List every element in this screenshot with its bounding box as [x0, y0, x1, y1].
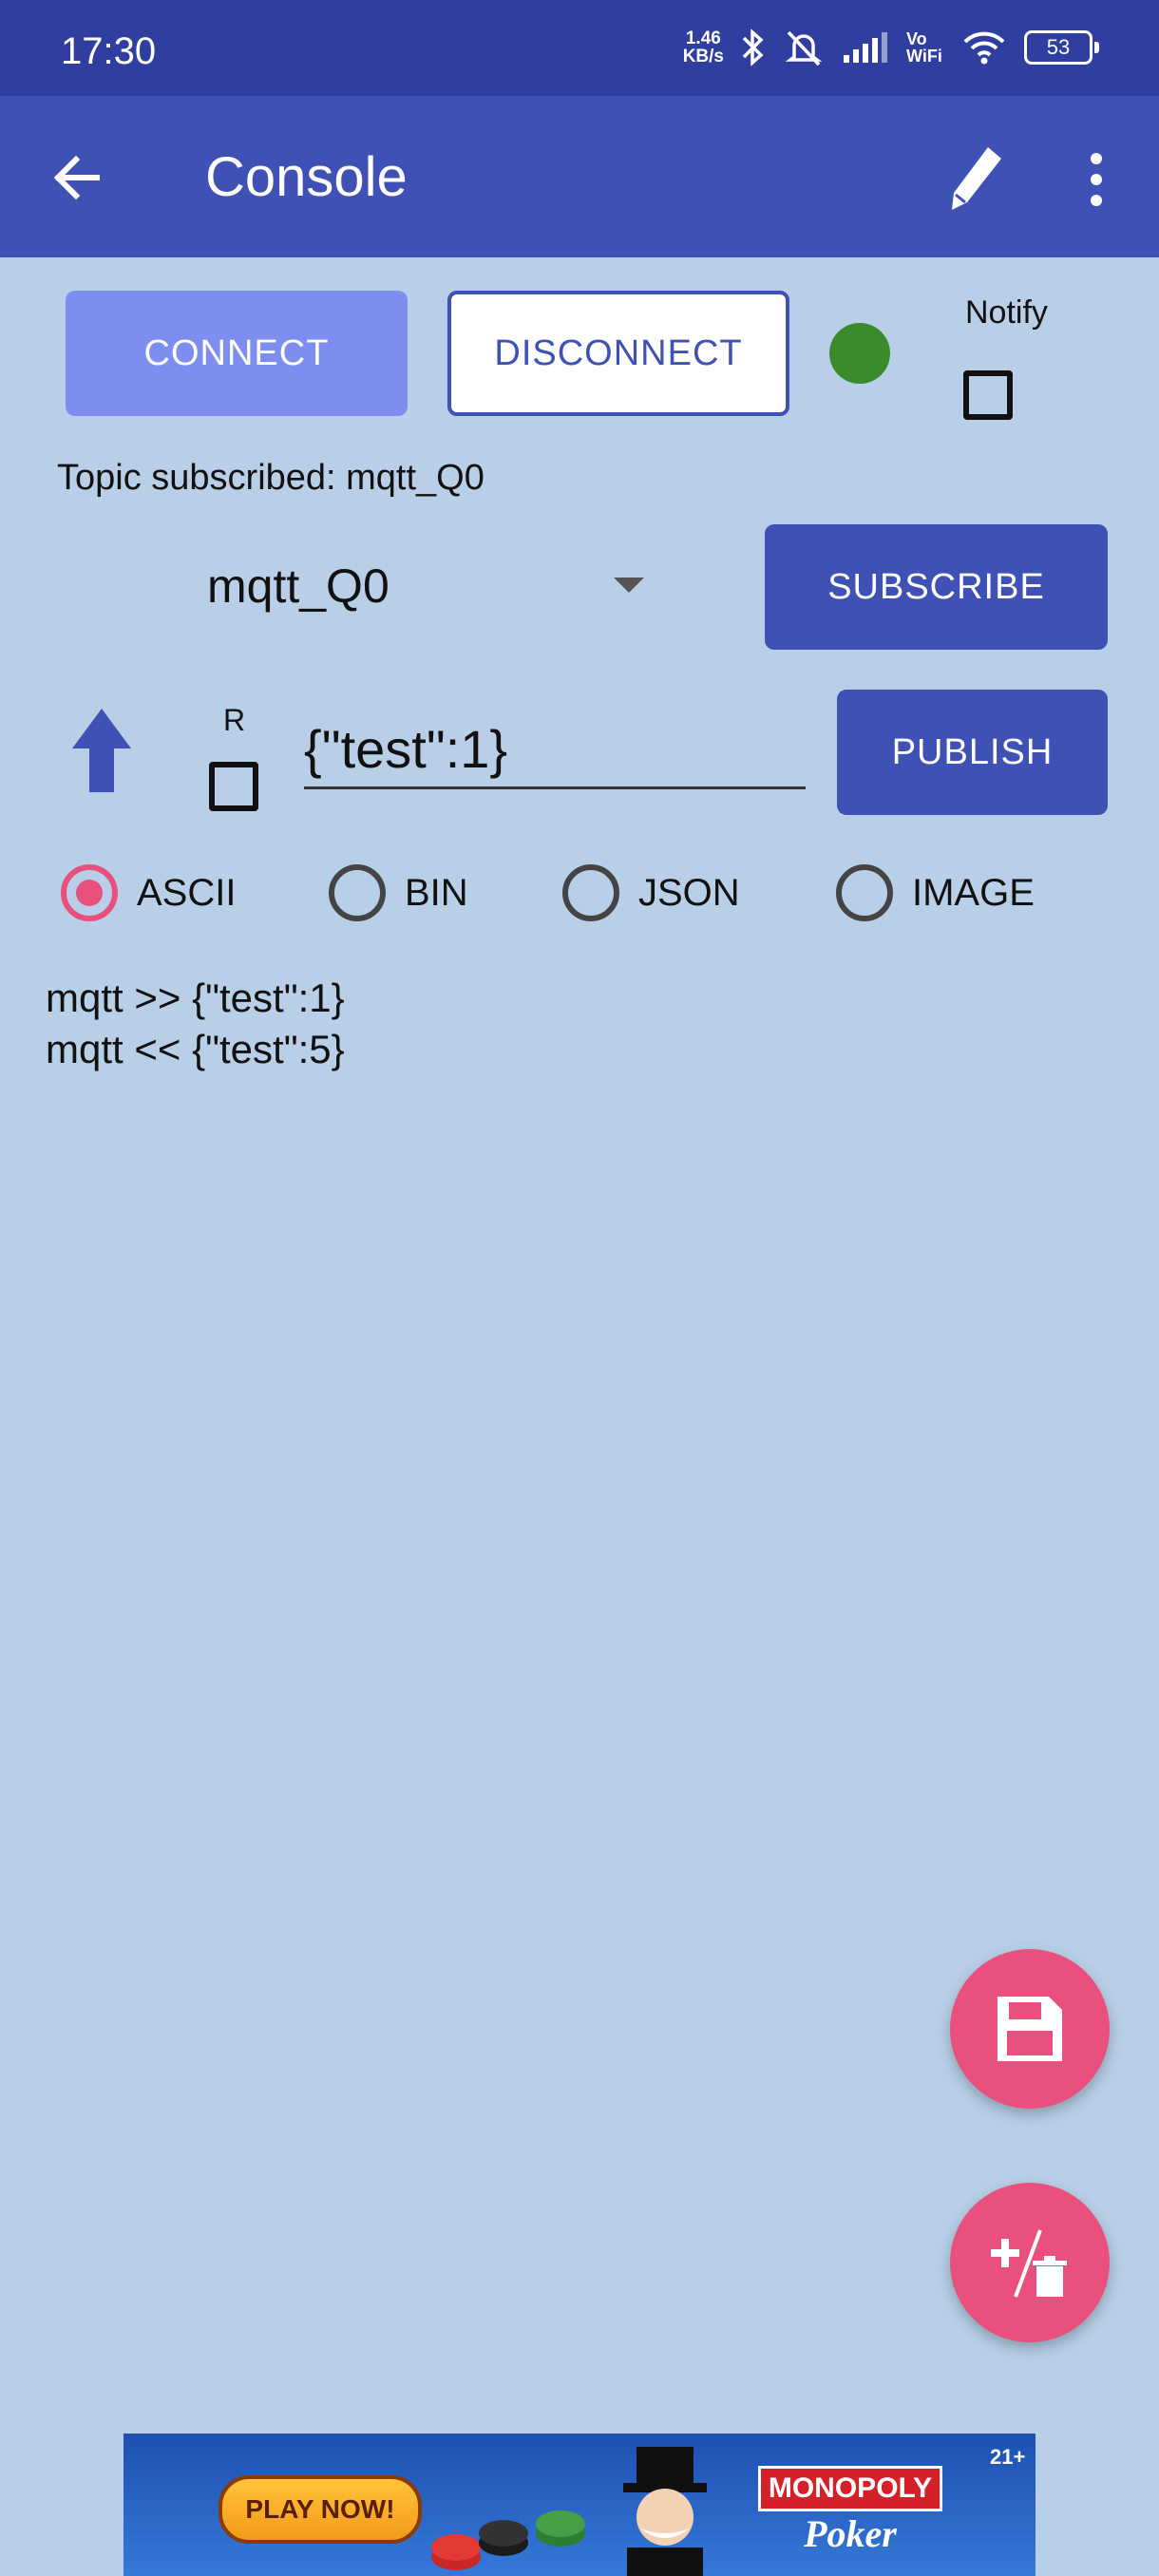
ad-logo: MONOPOLY Poker	[750, 2466, 950, 2570]
notify-checkbox[interactable]	[963, 370, 1013, 420]
status-time: 17:30	[61, 30, 157, 72]
poker-chips-image	[431, 2510, 585, 2570]
network-speed-unit: KB/s	[682, 47, 724, 66]
payload-input[interactable]: {"test":1}	[304, 714, 806, 789]
connection-status-indicator	[829, 323, 890, 384]
dropdown-arrow-icon	[614, 578, 644, 593]
log-line: mqtt >> {"test":1}	[46, 975, 345, 1020]
page-title: Console	[205, 146, 408, 208]
signal-icon	[844, 32, 887, 63]
bluetooth-icon	[742, 28, 764, 66]
radio-unchecked-icon	[562, 864, 619, 921]
ad-sub-brand: Poker	[804, 2512, 897, 2555]
subscribed-topic-text: Topic subscribed: mqtt_Q0	[57, 458, 484, 498]
radio-json[interactable]: JSON	[562, 864, 740, 921]
muted-bell-icon	[785, 30, 823, 66]
upload-arrow-icon[interactable]	[70, 707, 133, 794]
radio-image[interactable]: IMAGE	[836, 864, 1035, 921]
play-now-button[interactable]: PLAY NOW!	[218, 2475, 422, 2544]
age-rating-badge: 21+	[990, 2445, 1026, 2469]
battery-indicator: 53	[1024, 30, 1099, 65]
ad-brand: MONOPOLY	[757, 2466, 943, 2511]
status-bar: 17:30 1.46 KB/s Vo WiFi 53	[0, 0, 1159, 96]
publish-button[interactable]: PUBLISH	[837, 690, 1108, 815]
connect-button[interactable]: CONNECT	[66, 291, 408, 416]
ad-banner[interactable]: PLAY NOW! MONOPOLY Poker 21+	[124, 2434, 1036, 2576]
floppy-disk-icon	[998, 1997, 1062, 2061]
network-speed: 1.46 KB/s	[683, 29, 724, 66]
radio-label: BIN	[405, 871, 468, 914]
log-line: mqtt << {"test":5}	[46, 1027, 345, 1071]
radio-unchecked-icon	[329, 864, 386, 921]
more-vert-icon[interactable]	[1074, 145, 1119, 214]
radio-ascii[interactable]: ASCII	[61, 864, 236, 921]
add-delete-fab-button[interactable]	[950, 2183, 1110, 2342]
wifi-icon	[963, 31, 1005, 65]
retain-checkbox[interactable]	[209, 762, 258, 811]
retain-label: R	[223, 703, 246, 737]
notify-label: Notify	[965, 294, 1048, 331]
network-speed-value: 1.46	[685, 28, 721, 48]
console-log: mqtt >> {"test":1} mqtt << {"test":5}	[46, 973, 345, 1075]
radio-label: ASCII	[137, 871, 237, 914]
disconnect-button[interactable]: DISCONNECT	[447, 291, 789, 416]
subscribe-button[interactable]: SUBSCRIBE	[765, 524, 1108, 650]
format-radio-group: ASCII BIN JSON IMAGE	[0, 864, 1159, 933]
app-bar: Console	[0, 96, 1159, 257]
vowifi-label: Vo WiFi	[906, 29, 942, 66]
radio-checked-icon	[61, 864, 118, 921]
topic-dropdown[interactable]: mqtt_Q0	[190, 532, 665, 636]
status-icons: 1.46 KB/s Vo WiFi 53	[683, 28, 1099, 66]
save-fab-button[interactable]	[950, 1949, 1110, 2109]
monopoly-man-image	[623, 2447, 707, 2576]
topic-dropdown-value: mqtt_Q0	[207, 559, 390, 613]
radio-label: JSON	[638, 871, 740, 914]
back-arrow-icon[interactable]	[46, 143, 114, 212]
radio-label: IMAGE	[912, 871, 1035, 914]
pencil-icon[interactable]	[942, 140, 1011, 216]
add-delete-icon	[991, 2229, 1067, 2298]
radio-bin[interactable]: BIN	[329, 864, 468, 921]
payload-value: {"test":1}	[304, 719, 508, 779]
radio-unchecked-icon	[836, 864, 893, 921]
